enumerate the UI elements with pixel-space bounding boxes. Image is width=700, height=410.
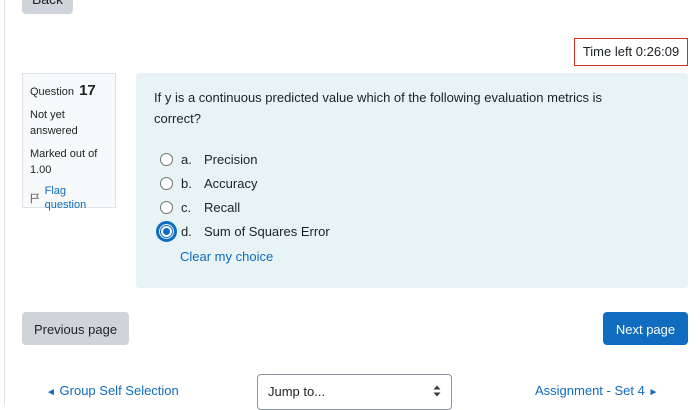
answer-radio-b[interactable] <box>160 176 173 190</box>
answer-option-b[interactable]: b. Accuracy <box>160 173 420 193</box>
question-formulation: If y is a continuous predicted value whi… <box>136 73 688 288</box>
next-activity-label: Assignment - Set 4 <box>535 383 645 398</box>
next-page-button[interactable]: Next page <box>603 312 688 345</box>
flag-question-label: Flag question <box>44 185 87 211</box>
answer-radio-c[interactable] <box>160 200 173 214</box>
answer-letter-d: d. <box>181 223 192 239</box>
answer-letter-c: c. <box>181 199 192 215</box>
quiz-timer: Time left 0:26:09 <box>574 38 688 66</box>
timer-value: 0:26:09 <box>635 44 680 59</box>
jump-to-label: Jump to... <box>268 384 326 399</box>
previous-page-button[interactable]: Previous page <box>22 312 129 345</box>
answer-text-d: Sum of Squares Error <box>204 223 330 239</box>
previous-activity-link[interactable]: ◄ Group Self Selection <box>46 383 179 398</box>
answer-option-c[interactable]: c. Recall <box>160 197 420 217</box>
flag-question-link[interactable]: Flag question <box>30 184 108 212</box>
question-state: Not yet answered <box>30 109 78 137</box>
answer-radio-a[interactable] <box>160 152 173 166</box>
left-arrow-icon: ◄ <box>46 387 56 398</box>
up-down-caret-icon <box>433 385 441 397</box>
question-grade: Marked out of 1.00 <box>30 148 98 176</box>
timer-label: Time left <box>582 44 633 59</box>
answer-letter-b: b. <box>181 175 192 191</box>
back-button[interactable]: Back <box>22 0 73 14</box>
answer-option-a[interactable]: a. Precision <box>160 149 420 169</box>
previous-activity-label: Group Self Selection <box>59 383 179 398</box>
answer-text-b: Accuracy <box>204 175 258 191</box>
next-activity-link[interactable]: Assignment - Set 4 ► <box>535 383 658 398</box>
answer-radio-d[interactable] <box>156 220 177 242</box>
answer-letter-a: a. <box>181 151 192 167</box>
answer-text-c: Recall <box>204 199 241 215</box>
right-arrow-icon: ► <box>648 387 659 398</box>
answer-option-d[interactable]: d. Sum of Squares Error <box>156 220 420 242</box>
flag-icon <box>30 193 40 203</box>
question-label: Question <box>30 86 75 98</box>
question-text: If y is a continuous predicted value whi… <box>154 90 603 126</box>
question-number: Question 17 <box>30 83 108 100</box>
answer-text-a: Precision <box>204 151 258 167</box>
question-info-panel: Question 17 Not yet answered Marked out … <box>22 73 116 211</box>
page-left-border <box>4 0 5 405</box>
clear-choice-link[interactable]: Clear my choice <box>180 249 273 264</box>
question-number-value: 17 <box>79 82 96 99</box>
